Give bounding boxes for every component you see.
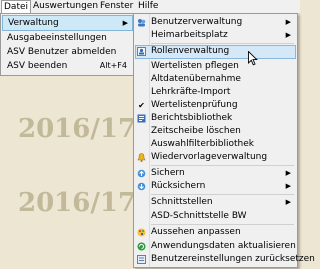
menu-item-label: Heimarbeitsplatz [151, 30, 228, 40]
submenu-arrow-icon: ▶ [285, 198, 291, 206]
menu-item-label: Benutzerverwaltung [151, 17, 243, 27]
menu-item-aussehen-anpassen[interactable]: Aussehen anpassen [135, 226, 296, 239]
menu-item-label: Benutzereinstellungen zurücksetzen [151, 254, 315, 264]
menu-item-label: Schnittstellen [151, 197, 213, 207]
verwaltung-submenu: Benutzerverwaltung ▶ Heimarbeitsplatz ▶ … [133, 13, 315, 268]
datei-menu: Verwaltung ▶ Ausgabeeinstellungen ASV Be… [0, 13, 135, 76]
menu-item-asv-beenden[interactable]: ASV beenden Alt+F4 [2, 59, 133, 73]
shortcut-label: Alt+F4 [99, 61, 127, 70]
roles-icon [137, 47, 146, 56]
menu-item-berichtsbibliothek[interactable]: Berichtsbibliothek [135, 112, 296, 125]
menu-separator [151, 43, 294, 44]
menu-item-lehrkraefte-import[interactable]: Lehrkräfte-Import [135, 86, 296, 99]
menu-auswertungen[interactable]: Auswertungen [31, 1, 100, 12]
backup-icon [137, 169, 146, 178]
menu-item-label: ASV beenden [7, 61, 68, 71]
menu-item-verwaltung[interactable]: Verwaltung ▶ [2, 15, 133, 31]
background-year-label: 2016/17 [18, 188, 137, 218]
menu-item-sichern[interactable]: Sichern ▶ [135, 167, 296, 180]
mouse-cursor-icon [248, 50, 258, 69]
menu-item-ruecksichern[interactable]: Rücksichern ▶ [135, 180, 296, 193]
menu-item-wertelistenpruefung[interactable]: ✔ Wertelistenprüfung [135, 99, 296, 112]
menu-separator [151, 165, 294, 166]
submenu-arrow-icon: ▶ [285, 18, 291, 26]
menu-item-label: Wertelistenprüfung [151, 100, 238, 110]
menu-datei[interactable]: Datei [1, 0, 32, 14]
submenu-arrow-icon: ▶ [285, 169, 291, 177]
menu-item-auswahlfilterbibliothek[interactable]: Auswahlfilterbibliothek [135, 138, 296, 151]
menu-item-zeitscheibe-loeschen[interactable]: Zeitscheibe löschen [135, 125, 296, 138]
menu-separator [151, 194, 294, 195]
menu-item-label: ASD-Schnittstelle BW [151, 211, 247, 221]
menu-item-label: Altdatenübernahme [151, 74, 241, 84]
menu-item-label: Verwaltung [8, 18, 59, 28]
menu-item-label: Berichtsbibliothek [151, 113, 233, 123]
menu-item-wiedervorlageverwaltung[interactable]: Wiedervorlageverwaltung [135, 151, 296, 164]
refresh-icon [137, 242, 146, 251]
menu-item-rollenverwaltung[interactable]: Rollenverwaltung [135, 45, 296, 59]
menu-item-label: Rücksichern [151, 181, 206, 191]
submenu-arrow-icon: ▶ [285, 182, 291, 190]
menu-item-benutzer-abmelden[interactable]: ASV Benutzer abmelden [2, 45, 133, 59]
menu-item-anwendungsdaten-aktualisieren[interactable]: Anwendungsdaten aktualisieren [135, 240, 296, 253]
menubar: Datei Auswertungen Fenster Hilfe [0, 0, 300, 14]
menu-item-label: Lehrkräfte-Import [151, 87, 231, 97]
menu-item-wertelisten-pflegen[interactable]: Wertelisten pflegen [135, 60, 296, 73]
menu-item-label: Auswahlfilterbibliothek [151, 139, 254, 149]
menu-item-benutzereinstellungen-zuruecksetzen[interactable]: Benutzereinstellungen zurücksetzen [135, 253, 315, 266]
menu-item-altdatenuebernahme[interactable]: Altdatenübernahme [135, 73, 296, 86]
menu-item-label: ASV Benutzer abmelden [7, 47, 117, 57]
menu-item-schnittstellen[interactable]: Schnittstellen ▶ [135, 196, 296, 209]
menu-item-label: Wiedervorlageverwaltung [151, 152, 268, 162]
menu-item-asd-schnittstelle-bw[interactable]: ASD-Schnittstelle BW [135, 210, 296, 223]
menu-hilfe[interactable]: Hilfe [136, 1, 160, 12]
menu-item-label: Zeitscheibe löschen [151, 126, 241, 136]
bell-icon [137, 153, 146, 162]
menu-item-label: Aussehen anpassen [151, 227, 241, 237]
menu-item-label: Sichern [151, 168, 185, 178]
checkmark-icon: ✔ [138, 101, 145, 110]
menu-separator [151, 224, 294, 225]
menu-item-heimarbeitsplatz[interactable]: Heimarbeitsplatz ▶ [135, 29, 296, 42]
restore-icon [137, 182, 146, 191]
menu-fenster[interactable]: Fenster [98, 1, 135, 12]
menu-item-label: Anwendungsdaten aktualisieren [151, 241, 296, 251]
menu-item-label: Wertelisten pflegen [151, 61, 239, 71]
book-icon [137, 114, 146, 123]
submenu-arrow-icon: ▶ [285, 31, 291, 39]
reset-icon [137, 255, 146, 264]
menu-item-benutzerverwaltung[interactable]: Benutzerverwaltung ▶ [135, 16, 296, 29]
background-year-label: 2016/17 [18, 114, 137, 144]
menu-item-label: Rollenverwaltung [151, 46, 230, 56]
menu-item-label: Ausgabeeinstellungen [7, 33, 107, 43]
users-icon [137, 18, 146, 27]
submenu-arrow-icon: ▶ [122, 19, 128, 27]
menu-item-ausgabeeinstellungen[interactable]: Ausgabeeinstellungen [2, 31, 133, 45]
palette-icon [137, 228, 146, 237]
